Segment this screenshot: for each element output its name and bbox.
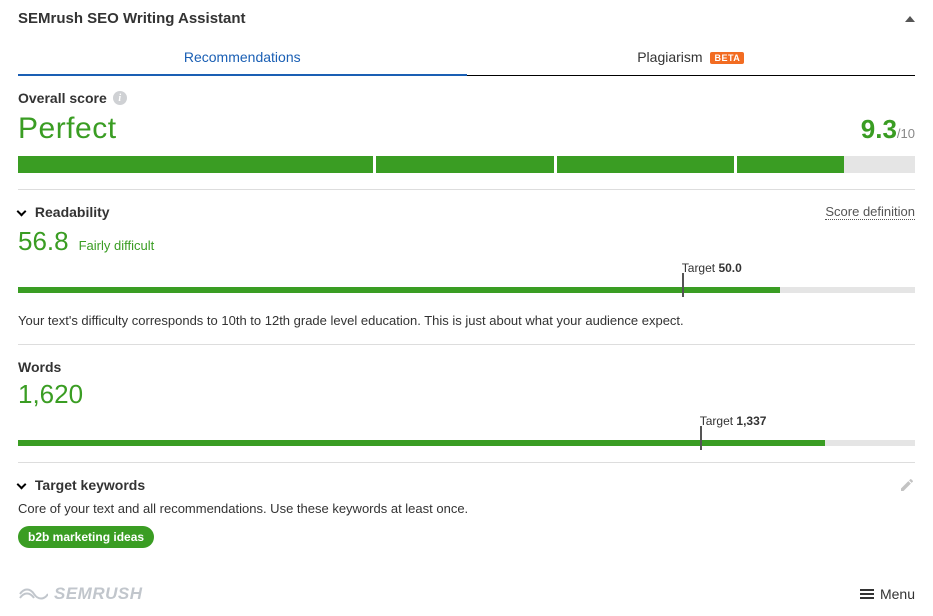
tab-recommendations[interactable]: Recommendations	[18, 37, 467, 75]
panel-title: SEMrush SEO Writing Assistant	[18, 10, 246, 27]
score-segment	[557, 156, 735, 173]
tab-label: Recommendations	[184, 49, 301, 65]
edit-icon[interactable]	[899, 477, 915, 493]
menu-icon	[860, 587, 874, 601]
keywords-desc: Core of your text and all recommendation…	[18, 501, 915, 516]
words-fill	[18, 440, 825, 446]
readability-toggle[interactable]: Readability	[18, 204, 110, 220]
keywords-toggle[interactable]: Target keywords	[18, 477, 145, 493]
readability-level: Fairly difficult	[79, 238, 155, 253]
target-label: Target 50.0	[682, 261, 742, 275]
words-bar: Target 1,337	[18, 440, 915, 446]
chevron-down-icon	[17, 207, 27, 217]
keywords-section: Target keywords Core of your text and al…	[18, 463, 915, 564]
overall-score-value: 9.3/10	[861, 114, 915, 145]
words-label: Words	[18, 359, 915, 375]
semrush-logo: SEMRUSH	[18, 584, 143, 604]
collapse-icon[interactable]	[905, 16, 915, 22]
keyword-pill[interactable]: b2b marketing ideas	[18, 526, 154, 548]
panel-header: SEMrush SEO Writing Assistant	[0, 0, 933, 37]
readability-score: 56.8	[18, 226, 69, 257]
readability-bar: Target 50.0	[18, 287, 915, 293]
info-icon[interactable]: i	[113, 91, 127, 105]
target-marker	[682, 273, 684, 297]
tab-plagiarism[interactable]: Plagiarism BETA	[467, 37, 916, 75]
menu-button[interactable]: Menu	[860, 586, 915, 602]
overall-score-label: Overall score i	[18, 90, 127, 106]
tab-label: Plagiarism	[637, 49, 702, 65]
words-section: Words 1,620 Target 1,337	[18, 345, 915, 463]
overall-score-word: Perfect	[18, 112, 117, 146]
chevron-down-icon	[17, 480, 27, 490]
tab-bar: Recommendations Plagiarism BETA	[18, 37, 915, 76]
target-marker	[700, 426, 702, 450]
score-segment	[18, 156, 373, 173]
footer: SEMRUSH Menu	[0, 576, 933, 616]
words-count: 1,620	[18, 379, 915, 410]
overall-score-section: Overall score i Perfect 9.3/10	[18, 76, 915, 190]
logo-icon	[18, 586, 48, 602]
score-definition-link[interactable]: Score definition	[825, 204, 915, 220]
score-segment	[376, 156, 554, 173]
target-label: Target 1,337	[700, 414, 767, 428]
beta-badge: BETA	[710, 52, 744, 64]
readability-explain: Your text's difficulty corresponds to 10…	[18, 313, 915, 328]
readability-section: Readability Score definition 56.8 Fairly…	[18, 190, 915, 345]
score-segment	[737, 156, 915, 173]
overall-score-bar	[18, 156, 915, 173]
readability-fill	[18, 287, 780, 293]
